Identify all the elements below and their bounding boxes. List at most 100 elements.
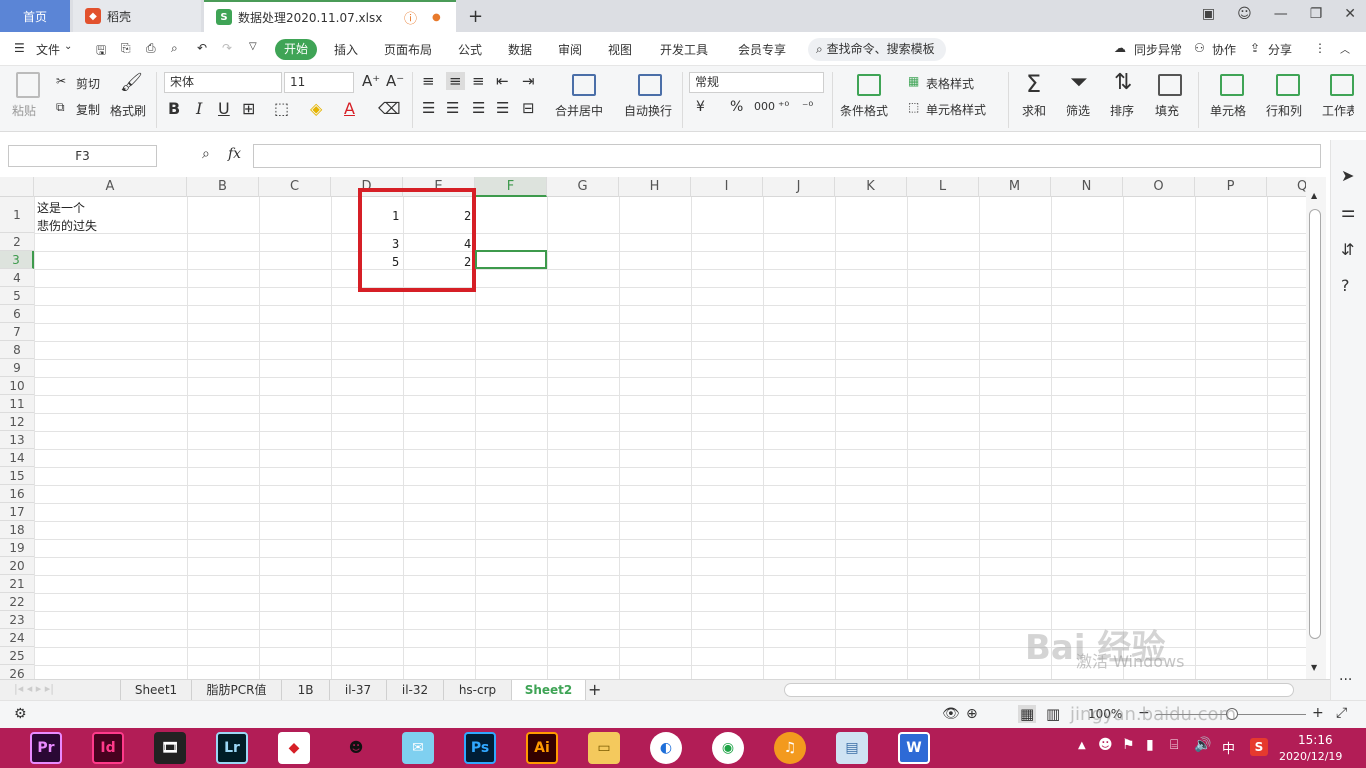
redo-icon[interactable]: ↷ <box>222 41 232 55</box>
sheet-nav-arrows-icon[interactable]: |◂ ◂ ▸ ▸| <box>14 682 54 695</box>
fill-button[interactable]: 填充 <box>1155 102 1179 119</box>
row-col-icon[interactable] <box>1276 74 1300 96</box>
cut-icon[interactable]: ✂ <box>56 74 66 88</box>
sheet-tab-4[interactable]: il-37 <box>330 680 387 700</box>
fill-color-icon[interactable]: ◈ <box>310 99 322 118</box>
sheet-tab-2[interactable]: 脂肪PCR值 <box>192 680 282 700</box>
chevron-down-icon[interactable]: ⌄ <box>64 41 72 52</box>
taskbar-app-lr[interactable]: Lr <box>216 732 248 764</box>
fill-icon[interactable] <box>1158 74 1182 96</box>
tray-battery-icon[interactable]: ▮ <box>1146 737 1154 753</box>
worksheet-button[interactable]: 工作表 <box>1322 102 1354 119</box>
menu-view[interactable]: 视图 <box>608 41 632 58</box>
currency-button[interactable]: ¥ <box>696 99 705 115</box>
row-header-11[interactable]: 11 <box>0 395 34 413</box>
select-cursor-icon[interactable]: ➤ <box>1341 166 1354 185</box>
row-header-9[interactable]: 9 <box>0 359 34 377</box>
column-header-g[interactable]: G <box>547 177 619 197</box>
merge-center-icon[interactable] <box>572 74 596 96</box>
close-icon[interactable]: ✕ <box>1344 6 1356 22</box>
taskbar-app-pr[interactable]: Pr <box>30 732 62 764</box>
tray-flag-icon[interactable]: ⚑ <box>1122 737 1135 753</box>
cell-icon[interactable] <box>1220 74 1244 96</box>
column-header-q[interactable]: Q <box>1267 177 1306 197</box>
indent-decrease-icon[interactable]: ⇤ <box>496 72 509 90</box>
sort-button[interactable]: 排序 <box>1110 102 1134 119</box>
row-header-10[interactable]: 10 <box>0 377 34 395</box>
zoom-in-icon[interactable]: + <box>1312 705 1324 721</box>
vertical-scroll-thumb[interactable] <box>1309 209 1321 639</box>
cloud-sync-icon[interactable]: ☁ <box>1114 41 1126 55</box>
indent-increase-icon[interactable]: ⇥ <box>522 72 535 90</box>
normal-view-icon[interactable]: ▦ <box>1018 705 1037 723</box>
menu-member[interactable]: 会员专享 <box>738 41 786 58</box>
wrap-text-button[interactable]: 自动换行 <box>624 102 672 119</box>
cell-d3[interactable]: 5 <box>392 255 399 269</box>
taskbar-app-id[interactable]: Id <box>92 732 124 764</box>
tab-document[interactable]: S 数据处理2020.11.07.xlsx ⓘ ● <box>204 0 456 32</box>
sheet-tab-6[interactable]: hs-crp <box>444 680 512 700</box>
taskbar-app-ai[interactable]: Ai <box>526 732 558 764</box>
page-view-icon[interactable]: ▥ <box>1046 705 1060 723</box>
cell-style-icon[interactable]: ⬚ <box>908 100 919 114</box>
copy-icon[interactable]: ⧉ <box>56 100 65 115</box>
menu-review[interactable]: 审阅 <box>558 41 582 58</box>
menu-insert[interactable]: 插入 <box>334 41 358 58</box>
column-header-o[interactable]: O <box>1123 177 1195 197</box>
row-header-23[interactable]: 23 <box>0 611 34 629</box>
font-grow-icon[interactable]: A⁺ <box>362 72 380 90</box>
tray-sogou-icon[interactable]: S <box>1250 738 1268 756</box>
collab-icon[interactable]: ⚇ <box>1194 41 1205 55</box>
macro-icon[interactable]: ⚙ <box>14 706 27 722</box>
quick-access-more-icon[interactable]: ▽ <box>249 41 257 52</box>
row-header-14[interactable]: 14 <box>0 449 34 467</box>
sum-button[interactable]: 求和 <box>1022 102 1046 119</box>
decimal-decrease-icon[interactable]: ⁻⁰ <box>802 99 813 113</box>
percent-button[interactable]: % <box>730 99 743 115</box>
taskbar-app-ps[interactable]: Ps <box>464 732 496 764</box>
clear-format-icon[interactable]: ⌫ <box>378 99 401 118</box>
column-header-f[interactable]: F <box>475 177 547 197</box>
fill-pattern-icon[interactable]: ⬚ <box>274 99 289 118</box>
save-icon[interactable]: 🖫 <box>96 41 106 62</box>
zoom-search-icon[interactable]: ⌕ <box>202 146 210 162</box>
sheet-tab-1[interactable]: Sheet1 <box>120 680 192 700</box>
row-header-5[interactable]: 5 <box>0 287 34 305</box>
share-icon[interactable]: ⇪ <box>1250 41 1260 55</box>
menu-page-layout[interactable]: 页面布局 <box>384 41 432 58</box>
row-header-25[interactable]: 25 <box>0 647 34 665</box>
cell-a1-line2[interactable]: 悲伤的过失 <box>37 217 97 234</box>
row-header-4[interactable]: 4 <box>0 269 34 287</box>
vertical-scrollbar[interactable]: ▲ ▼ <box>1306 177 1326 679</box>
taskbar-time[interactable]: 15:16 <box>1298 733 1333 747</box>
row-header-1[interactable]: 1 <box>0 197 34 233</box>
collapse-ribbon-icon[interactable]: ︿ <box>1340 41 1350 56</box>
justify-icon[interactable]: ☰ <box>496 99 509 117</box>
format-panel-icon[interactable]: ⇵ <box>1341 240 1354 259</box>
cell-e3[interactable]: 2 <box>464 255 471 269</box>
column-header-h[interactable]: H <box>619 177 691 197</box>
tray-volume-icon[interactable]: 🔊 <box>1194 737 1211 753</box>
selected-cell-f3[interactable] <box>475 250 547 269</box>
spreadsheet-grid[interactable]: A B C D E F G H I J K L M N O P Q 123456… <box>0 177 1306 679</box>
collab-button[interactable]: 协作 <box>1212 41 1236 58</box>
new-tab-icon[interactable]: + <box>468 6 483 27</box>
add-sheet-icon[interactable]: + <box>588 680 601 699</box>
formula-input[interactable] <box>253 144 1321 168</box>
align-top-icon[interactable]: ≡ <box>422 72 435 90</box>
tray-qq-icon[interactable]: ☻ <box>1098 737 1113 753</box>
format-painter-icon[interactable]: 🖌 <box>120 72 143 93</box>
print-icon[interactable]: ⎙ <box>146 41 156 56</box>
warning-icon[interactable]: ⓘ <box>404 8 417 27</box>
column-header-a[interactable]: A <box>34 177 187 197</box>
sheet-tab-5[interactable]: il-32 <box>387 680 444 700</box>
taskbar-app-wps-writer-icon[interactable]: W <box>898 732 930 764</box>
row-header-17[interactable]: 17 <box>0 503 34 521</box>
align-middle-icon[interactable]: ≡ <box>446 72 465 90</box>
taskbar-app-chat-icon[interactable]: ✉ <box>402 732 434 764</box>
tray-expand-icon[interactable]: ▲ <box>1078 740 1086 751</box>
sort-icon[interactable]: ⇅ <box>1114 70 1132 95</box>
column-header-l[interactable]: L <box>907 177 979 197</box>
format-painter-button[interactable]: 格式刷 <box>110 102 146 119</box>
sheet-tab-3[interactable]: 1B <box>282 680 330 700</box>
